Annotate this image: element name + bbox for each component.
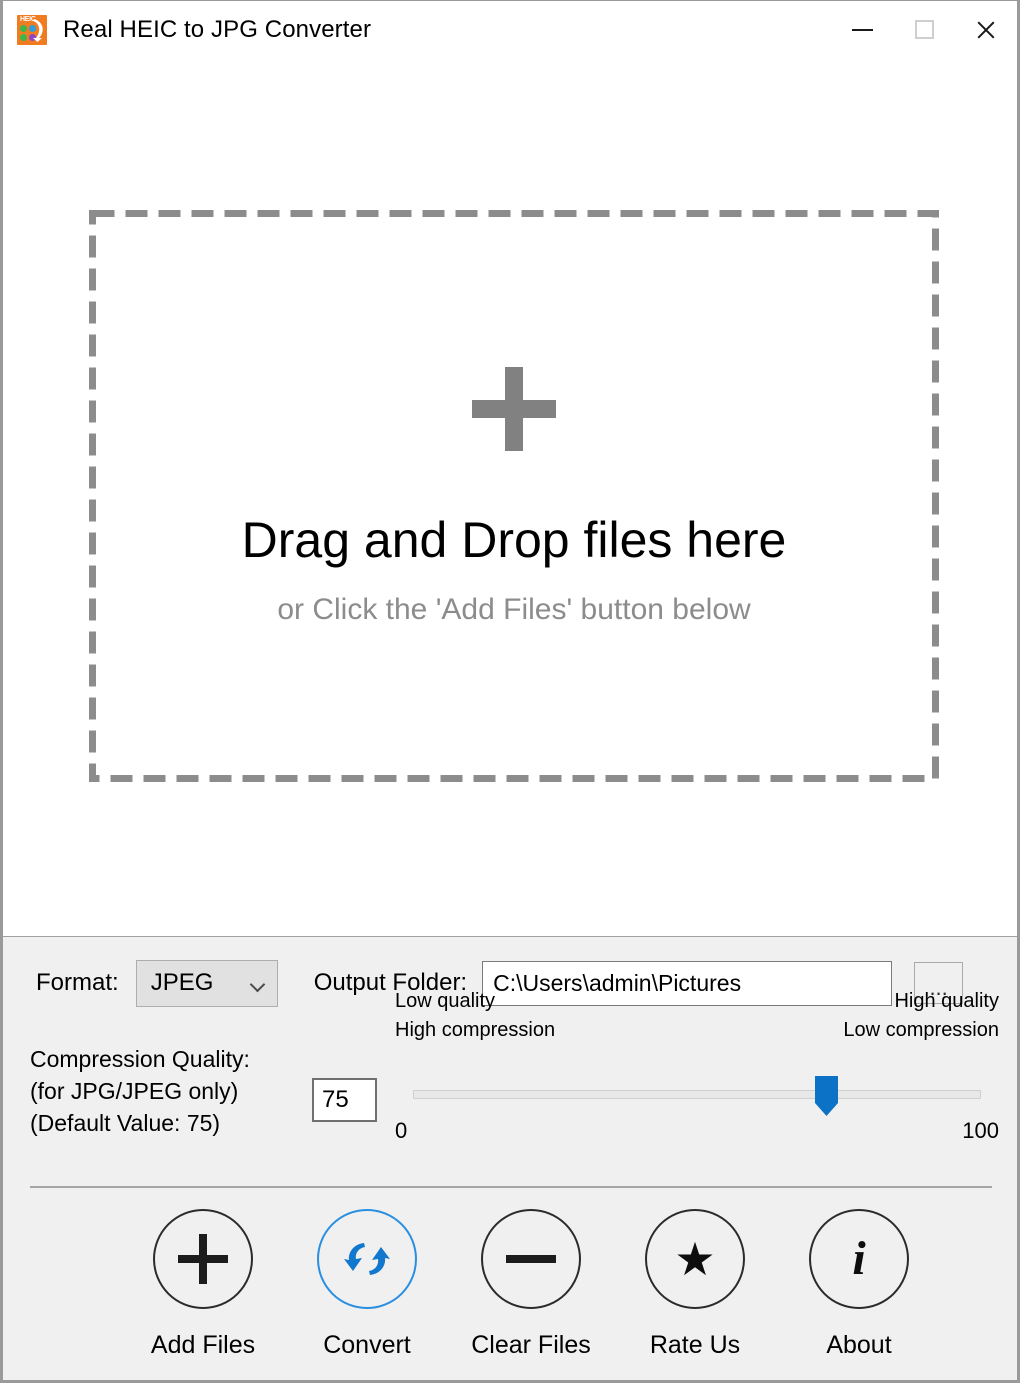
add-files-label: Add Files — [150, 1331, 256, 1359]
about-button[interactable]: i About — [777, 1209, 941, 1360]
icon-dot-green-2 — [20, 33, 27, 41]
close-icon — [975, 19, 997, 41]
clear-files-circle — [481, 1209, 581, 1309]
clear-files-button[interactable]: Clear Files — [449, 1209, 613, 1360]
slider-left-line-1: Low quality — [395, 990, 496, 1012]
quality-slider-area: Low quality High compression High qualit… — [395, 987, 999, 1177]
slider-caption-left: Low quality High compression — [395, 987, 555, 1045]
rate-us-label: Rate Us — [649, 1331, 741, 1359]
slider-captions: Low quality High compression High qualit… — [395, 987, 999, 1045]
add-files-button[interactable]: Add Files — [121, 1209, 285, 1360]
plus-icon — [472, 367, 556, 451]
format-label: Format: — [36, 969, 119, 996]
quality-label-line-2: (for JPG/JPEG only) — [30, 1078, 239, 1104]
maximize-button[interactable] — [893, 1, 955, 58]
quality-value-input[interactable]: 75 — [312, 1078, 377, 1122]
slider-right-line-2: Low compression — [843, 1019, 999, 1041]
slider-thumb[interactable] — [814, 1075, 839, 1117]
quality-slider[interactable] — [395, 1070, 999, 1120]
slider-caption-right: High quality Low compression — [843, 987, 999, 1045]
close-button[interactable] — [955, 1, 1017, 58]
convert-circle — [317, 1209, 417, 1309]
window-title: Real HEIC to JPG Converter — [63, 15, 372, 43]
minus-icon — [506, 1255, 556, 1263]
slider-right-line-1: High quality — [894, 990, 999, 1012]
quality-label-line-1: Compression Quality: — [30, 1046, 250, 1072]
title-bar: HEIC Real HEIC to JPG Converter — [3, 1, 1017, 59]
drop-zone-subtitle: or Click the 'Add Files' button below — [277, 593, 751, 626]
chevron-down-icon — [250, 979, 266, 988]
about-label: About — [826, 1331, 892, 1359]
icon-dot-green — [20, 24, 27, 32]
settings-panel: Format: JPEG Output Folder: C:\Users\adm… — [3, 937, 1017, 1380]
drop-zone-dashed-border — [89, 210, 939, 782]
rate-us-circle: ★ — [645, 1209, 745, 1309]
drop-zone[interactable]: Drag and Drop files here or Click the 'A… — [89, 210, 939, 782]
maximize-icon — [914, 20, 934, 39]
slider-track[interactable] — [413, 1090, 981, 1099]
minimize-button[interactable] — [831, 1, 893, 58]
slider-max-label: 100 — [962, 1118, 999, 1143]
icon-arrow-swoosh — [33, 18, 43, 42]
panel-divider — [30, 1186, 992, 1188]
app-window: HEIC Real HEIC to JPG Converter Drag and… — [0, 0, 1020, 1383]
clear-files-label: Clear Files — [471, 1331, 591, 1359]
format-select-value: JPEG — [150, 969, 214, 996]
action-bar: Add Files Convert Clear Files ★ Rate Us … — [3, 1209, 1017, 1360]
about-circle: i — [809, 1209, 909, 1309]
convert-icon — [344, 1243, 390, 1275]
minimize-icon — [851, 28, 873, 31]
convert-label: Convert — [323, 1331, 411, 1359]
format-select[interactable]: JPEG — [135, 959, 278, 1007]
add-files-circle — [153, 1209, 253, 1309]
compression-quality-label: Compression Quality: (for JPG/JPEG only)… — [30, 1043, 250, 1139]
compression-quality-block: Compression Quality: (for JPG/JPEG only)… — [3, 990, 1017, 1177]
drop-zone-title: Drag and Drop files here — [241, 512, 787, 568]
slider-end-labels: 0 100 — [395, 1118, 999, 1144]
slider-min-label: 0 — [395, 1118, 408, 1143]
star-icon: ★ — [674, 1233, 716, 1285]
quality-label-line-3: (Default Value: 75) — [30, 1110, 221, 1136]
info-icon: i — [852, 1232, 866, 1285]
slider-left-line-2: High compression — [395, 1019, 556, 1041]
window-controls — [831, 1, 1017, 58]
convert-button[interactable]: Convert — [285, 1209, 449, 1360]
rate-us-button[interactable]: ★ Rate Us — [613, 1209, 777, 1360]
heic-app-icon: HEIC — [17, 14, 47, 45]
plus-icon — [178, 1234, 228, 1284]
file-list-area: Drag and Drop files here or Click the 'A… — [3, 59, 1017, 937]
